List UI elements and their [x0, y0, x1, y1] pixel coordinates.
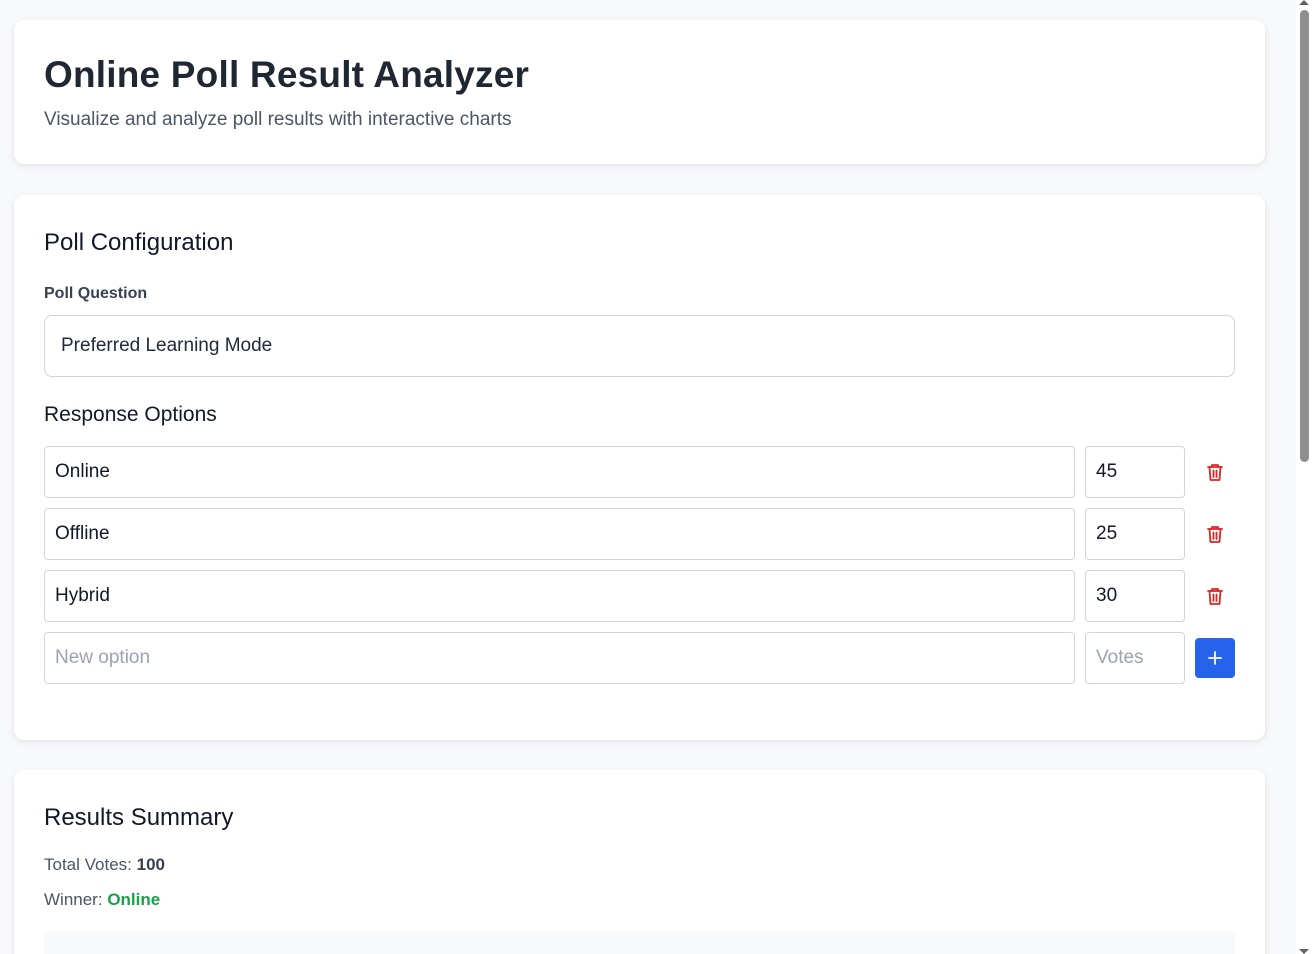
- trash-icon: [1207, 588, 1223, 605]
- results-summary-card: Results Summary Total Votes: 100 Winner:…: [14, 770, 1265, 954]
- option-row: Offline 25: [44, 508, 1235, 560]
- response-options-list: Online 45 Offline 25 Hybrid 30 New optio…: [44, 446, 1235, 684]
- total-votes-value: 100: [136, 855, 165, 874]
- poll-question-input[interactable]: Preferred Learning Mode: [44, 315, 1235, 377]
- trash-icon: [1207, 464, 1223, 481]
- page-scrollbar[interactable]: [1296, 0, 1313, 954]
- poll-configuration-title: Poll Configuration: [44, 229, 234, 256]
- app-container: Online Poll Result Analyzer Visualize an…: [14, 20, 1265, 954]
- response-options-title: Response Options: [44, 403, 217, 426]
- option-row: Online 45: [44, 446, 1235, 498]
- plus-icon: [1208, 651, 1222, 665]
- poll-configuration-card: Poll Configuration Poll Question Preferr…: [14, 195, 1265, 740]
- total-votes-line: Total Votes: 100: [44, 854, 1235, 876]
- scroll-up-arrow-icon[interactable]: [1299, 0, 1309, 5]
- app-subtitle: Visualize and analyze poll results with …: [44, 109, 512, 130]
- delete-option-button[interactable]: [1195, 576, 1235, 616]
- winner-line: Winner: Online: [44, 889, 1235, 911]
- option-label-input[interactable]: Online: [44, 446, 1075, 498]
- header-card: Online Poll Result Analyzer Visualize an…: [14, 20, 1265, 164]
- poll-question-label: Poll Question: [44, 285, 148, 302]
- chart-area: [44, 931, 1235, 954]
- winner-label: Winner:: [44, 890, 103, 909]
- new-votes-input[interactable]: Votes: [1085, 632, 1185, 684]
- option-votes-input[interactable]: 45: [1085, 446, 1185, 498]
- winner-value: Online: [107, 890, 161, 909]
- new-option-row: New option Votes: [44, 632, 1235, 684]
- delete-option-button[interactable]: [1195, 452, 1235, 492]
- results-summary-title: Results Summary: [44, 804, 234, 831]
- delete-option-button[interactable]: [1195, 514, 1235, 554]
- option-votes-input[interactable]: 30: [1085, 570, 1185, 622]
- trash-icon: [1207, 526, 1223, 543]
- new-option-input[interactable]: New option: [44, 632, 1075, 684]
- app-title: Online Poll Result Analyzer: [44, 54, 530, 95]
- option-votes-input[interactable]: 25: [1085, 508, 1185, 560]
- total-votes-label: Total Votes:: [44, 855, 132, 874]
- add-option-button[interactable]: [1195, 638, 1235, 678]
- scroll-down-arrow-icon[interactable]: [1299, 949, 1309, 954]
- option-row: Hybrid 30: [44, 570, 1235, 622]
- scrollbar-thumb[interactable]: [1300, 10, 1309, 462]
- option-label-input[interactable]: Offline: [44, 508, 1075, 560]
- option-label-input[interactable]: Hybrid: [44, 570, 1075, 622]
